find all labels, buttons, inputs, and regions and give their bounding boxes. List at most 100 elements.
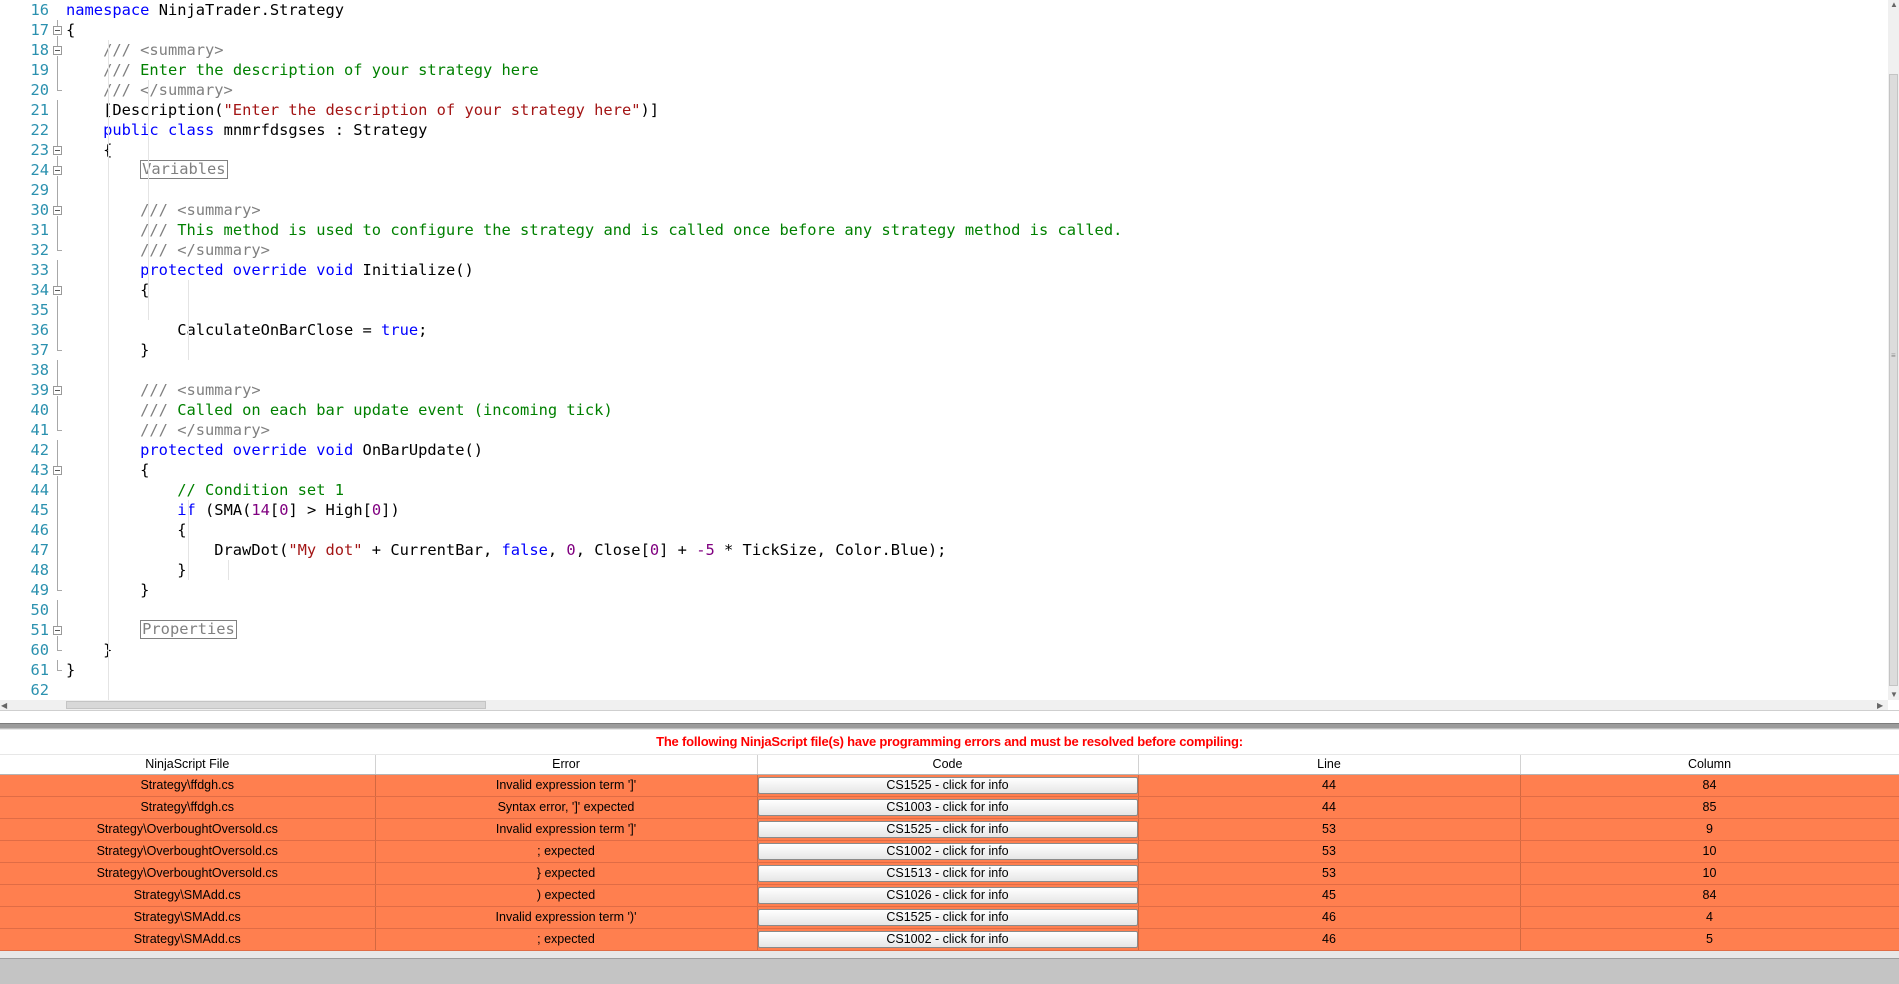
code-line[interactable]: namespace NinjaTrader.Strategy — [66, 0, 344, 20]
code-line[interactable]: /// <summary> — [66, 380, 260, 400]
error-code-cell: CS1002 - click for info — [757, 928, 1139, 951]
error-description-cell: ; expected — [375, 840, 758, 863]
error-code-info-button[interactable]: CS1002 - click for info — [757, 842, 1137, 860]
code-line[interactable]: { — [66, 140, 112, 160]
code-token: /// <summary> — [140, 201, 261, 219]
vertical-scrollbar[interactable]: ▲ ≡ ▼ — [1888, 0, 1899, 700]
line-number: 62 — [30, 681, 49, 699]
fold-guide-line — [57, 460, 58, 466]
line-number: 24 — [30, 161, 49, 179]
error-description-cell: Invalid expression term ']' — [375, 818, 758, 841]
scroll-up-arrow-icon[interactable]: ▲ — [1890, 0, 1898, 10]
error-code-cell: CS1525 - click for info — [757, 906, 1139, 929]
code-line[interactable]: Properties — [66, 620, 237, 640]
vertical-scroll-thumb[interactable] — [1889, 74, 1898, 686]
fold-toggle-icon[interactable] — [53, 26, 62, 35]
code-token: )] — [640, 101, 660, 119]
code-token: /// <summary> — [103, 41, 224, 59]
code-line[interactable]: protected override void Initialize() — [66, 260, 474, 280]
column-header-code[interactable]: Code — [757, 755, 1139, 775]
column-header-file[interactable]: NinjaScript File — [0, 755, 376, 775]
error-code-cell: CS1002 - click for info — [757, 840, 1139, 863]
code-line[interactable]: if (SMA(14[0] > High[0]) — [66, 500, 400, 520]
error-row[interactable]: Strategy\SMAdd.cs; expected CS1002 - clic… — [0, 928, 1899, 951]
error-row[interactable]: Strategy\ffdgh.cs Invalid expression term… — [0, 774, 1899, 797]
code-line[interactable]: /// This method is used to configure the… — [66, 220, 1122, 240]
column-header-error[interactable]: Error — [375, 755, 758, 775]
fold-guide-line — [57, 100, 58, 120]
code-line[interactable]: /// Called on each bar update event (inc… — [66, 400, 613, 420]
error-table-header: NinjaScript File Error Code Line Column — [0, 755, 1899, 775]
line-number: 38 — [30, 361, 49, 379]
horizontal-scrollbar[interactable]: ◀ ▶ — [0, 700, 1888, 710]
code-token: if — [177, 501, 196, 519]
fold-end-marker — [57, 650, 62, 651]
scroll-down-arrow-icon[interactable]: ▼ — [1890, 690, 1898, 700]
code-area[interactable]: namespace NinjaTrader.Strategy{ /// <sum… — [66, 0, 1886, 700]
fold-toggle-icon[interactable] — [53, 166, 62, 175]
error-row[interactable]: Strategy\SMAdd.cs Invalid expression term… — [0, 906, 1899, 929]
horizontal-scroll-thumb[interactable] — [66, 701, 486, 709]
fold-margin — [52, 0, 66, 700]
error-code-info-button[interactable]: CS1525 - click for info — [757, 908, 1137, 926]
error-row[interactable]: Strategy\SMAdd.cs) expected CS1026 - clic… — [0, 884, 1899, 907]
column-header-line[interactable]: Line — [1138, 755, 1521, 775]
code-token: /// — [140, 221, 178, 239]
error-code-info-button[interactable]: CS1525 - click for info — [757, 820, 1137, 838]
fold-toggle-icon[interactable] — [53, 146, 62, 155]
code-editor[interactable]: 16 17 18 19 20 21 22 23 24 29 30 31 32 33 34 35 36 37 38 39… — [0, 0, 1899, 711]
code-line[interactable]: [Description("Enter the description of y… — [66, 100, 659, 120]
code-line[interactable]: /// </summary> — [66, 240, 270, 260]
code-line[interactable]: CalculateOnBarClose = true; — [66, 320, 427, 340]
code-line[interactable]: /// <summary> — [66, 40, 224, 60]
collapsed-region[interactable]: Properties — [140, 620, 237, 639]
code-line[interactable]: /// </summary> — [66, 80, 233, 100]
scroll-left-arrow-icon[interactable]: ◀ — [1, 701, 7, 710]
line-number: 21 — [30, 101, 49, 119]
code-line[interactable]: /// <summary> — [66, 200, 261, 220]
fold-toggle-icon[interactable] — [53, 286, 62, 295]
code-line[interactable]: { — [66, 20, 75, 40]
collapsed-region[interactable]: Variables — [140, 160, 228, 179]
error-code-info-button[interactable]: CS1026 - click for info — [757, 886, 1137, 904]
code-token: (SMA( — [205, 501, 252, 519]
fold-toggle-icon[interactable] — [53, 46, 62, 55]
code-line[interactable]: } — [66, 640, 112, 660]
fold-toggle-icon[interactable] — [53, 386, 62, 395]
code-line[interactable]: { — [66, 520, 186, 540]
error-row[interactable]: Strategy\OverboughtOversold.cs} expected… — [0, 862, 1899, 885]
code-line[interactable]: } — [66, 560, 186, 580]
code-token: + CurrentBar, — [362, 541, 502, 559]
error-code-info-button[interactable]: CS1002 - click for info — [757, 930, 1137, 948]
error-column-cell: 85 — [1520, 796, 1899, 819]
column-header-column[interactable]: Column — [1520, 755, 1899, 775]
error-code-info-button[interactable]: CS1525 - click for info — [757, 776, 1137, 794]
error-description-cell: Invalid expression term ']' — [375, 774, 758, 797]
code-line[interactable]: DrawDot("My dot" + CurrentBar, false, 0,… — [66, 540, 946, 560]
line-number: 41 — [30, 421, 49, 439]
fold-toggle-icon[interactable] — [53, 206, 62, 215]
error-row[interactable]: Strategy\OverboughtOversold.cs Invalid ex… — [0, 818, 1899, 841]
code-line[interactable]: public class mnmrfdsgses : Strategy — [66, 120, 427, 140]
error-row[interactable]: Strategy\OverboughtOversold.cs; expected… — [0, 840, 1899, 863]
code-line[interactable]: Variables — [66, 160, 228, 180]
error-row[interactable]: Strategy\ffdgh.cs Syntax error, ']' expec… — [0, 796, 1899, 819]
fold-guide-line — [57, 140, 58, 146]
code-line[interactable]: /// Enter the description of your strate… — [66, 60, 539, 80]
fold-toggle-icon[interactable] — [53, 466, 62, 475]
code-token: Enter the description of your strategy h… — [140, 61, 539, 79]
code-token: } — [66, 661, 76, 679]
code-line[interactable]: /// </summary> — [66, 420, 270, 440]
code-token: This method is used to configure the str… — [177, 221, 1123, 239]
code-token: ]) — [381, 501, 400, 519]
code-line[interactable]: protected override void OnBarUpdate() — [66, 440, 483, 460]
line-number: 36 — [30, 321, 49, 339]
error-code-info-button[interactable]: CS1003 - click for info — [757, 798, 1137, 816]
fold-end-marker — [57, 590, 62, 591]
scroll-right-arrow-icon[interactable]: ▶ — [1877, 701, 1883, 710]
fold-toggle-icon[interactable] — [53, 626, 62, 635]
line-number: 43 — [30, 461, 49, 479]
error-code-info-button[interactable]: CS1513 - click for info — [757, 864, 1137, 882]
code-line[interactable]: } — [66, 660, 75, 680]
